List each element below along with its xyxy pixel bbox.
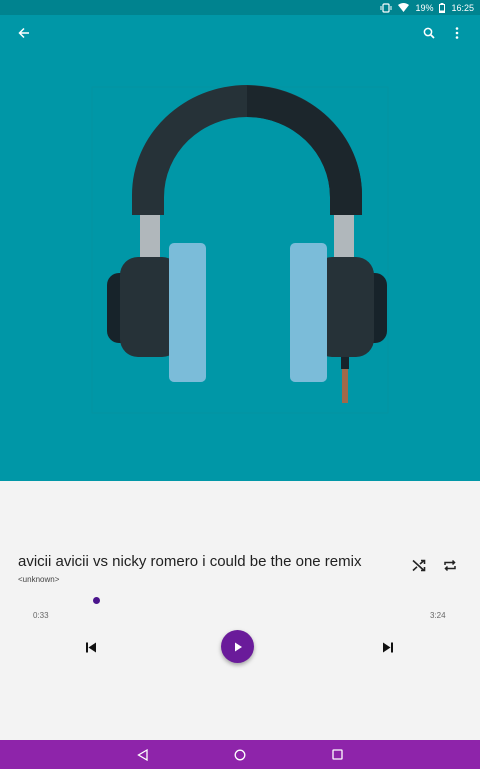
nav-back-icon	[136, 748, 148, 761]
repeat-button[interactable]	[437, 554, 463, 576]
play-icon	[234, 642, 242, 651]
track-title: avicii avicii vs nicky romero i could be…	[18, 553, 362, 570]
more-vert-icon	[455, 27, 459, 39]
headphones-icon	[91, 85, 389, 414]
clock: 16:25	[451, 2, 474, 13]
nav-home-icon	[234, 749, 246, 760]
battery-percent: 19%	[415, 2, 434, 13]
elapsed-time: 0:33	[33, 611, 49, 620]
nav-recents-button[interactable]	[317, 740, 357, 769]
previous-button[interactable]	[80, 636, 102, 658]
search-icon	[423, 27, 435, 39]
battery-icon	[439, 2, 446, 13]
shuffle-button[interactable]	[406, 554, 432, 576]
total-time: 3:24	[430, 611, 446, 620]
status-bar: 19% 16:25	[0, 0, 480, 15]
nav-home-button[interactable]	[220, 740, 260, 769]
album-art-area	[0, 15, 480, 481]
skip-previous-icon	[86, 642, 96, 652]
skip-next-icon	[383, 642, 393, 652]
arrow-back-icon	[18, 27, 29, 39]
more-options-button[interactable]	[443, 19, 471, 47]
nav-back-button[interactable]	[122, 740, 162, 769]
wifi-icon	[398, 3, 410, 12]
back-button[interactable]	[10, 19, 38, 47]
play-button[interactable]	[221, 630, 254, 663]
next-button[interactable]	[377, 636, 399, 658]
track-artist: <unknown>	[18, 575, 60, 584]
navigation-bar	[0, 740, 480, 769]
nav-recents-icon	[331, 749, 343, 760]
shuffle-icon	[412, 559, 426, 571]
seek-bar-thumb[interactable]	[93, 597, 100, 604]
vibrate-icon	[380, 2, 392, 13]
repeat-icon	[444, 559, 456, 571]
search-button[interactable]	[415, 19, 443, 47]
